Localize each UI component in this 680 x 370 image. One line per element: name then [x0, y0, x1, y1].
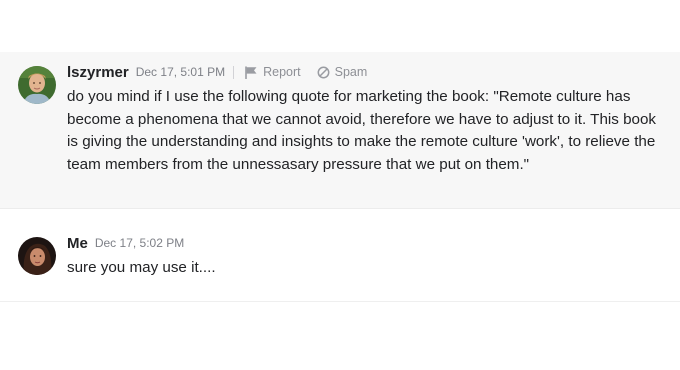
message-thread: lszyrmer Dec 17, 5:01 PM Report Spam do …: [0, 0, 680, 370]
message-item: Me Dec 17, 5:02 PM sure you may use it..…: [0, 210, 680, 302]
message-body: do you mind if I use the following quote…: [67, 88, 657, 173]
message-body: sure you may use it....: [67, 259, 216, 276]
user-avatar-icon: [18, 66, 56, 104]
block-icon: [317, 66, 330, 78]
spam-label: Spam: [334, 65, 368, 79]
username[interactable]: Me: [67, 235, 88, 252]
message-header: Me Dec 17, 5:02 PM: [67, 233, 184, 253]
timestamp: Dec 17, 5:01 PM: [135, 65, 226, 79]
report-label: Report: [263, 65, 301, 79]
message-item: lszyrmer Dec 17, 5:01 PM Report Spam do …: [0, 52, 680, 209]
username[interactable]: lszyrmer: [67, 64, 129, 81]
report-button[interactable]: Report: [244, 65, 301, 79]
avatar[interactable]: [18, 237, 56, 275]
avatar[interactable]: [18, 66, 56, 104]
flag-icon: [245, 65, 257, 79]
divider: [233, 65, 235, 79]
spam-button[interactable]: Spam: [317, 65, 368, 79]
timestamp: Dec 17, 5:02 PM: [94, 236, 185, 250]
user-avatar-icon: [18, 237, 56, 275]
message-header: lszyrmer Dec 17, 5:01 PM Report Spam: [67, 62, 383, 82]
